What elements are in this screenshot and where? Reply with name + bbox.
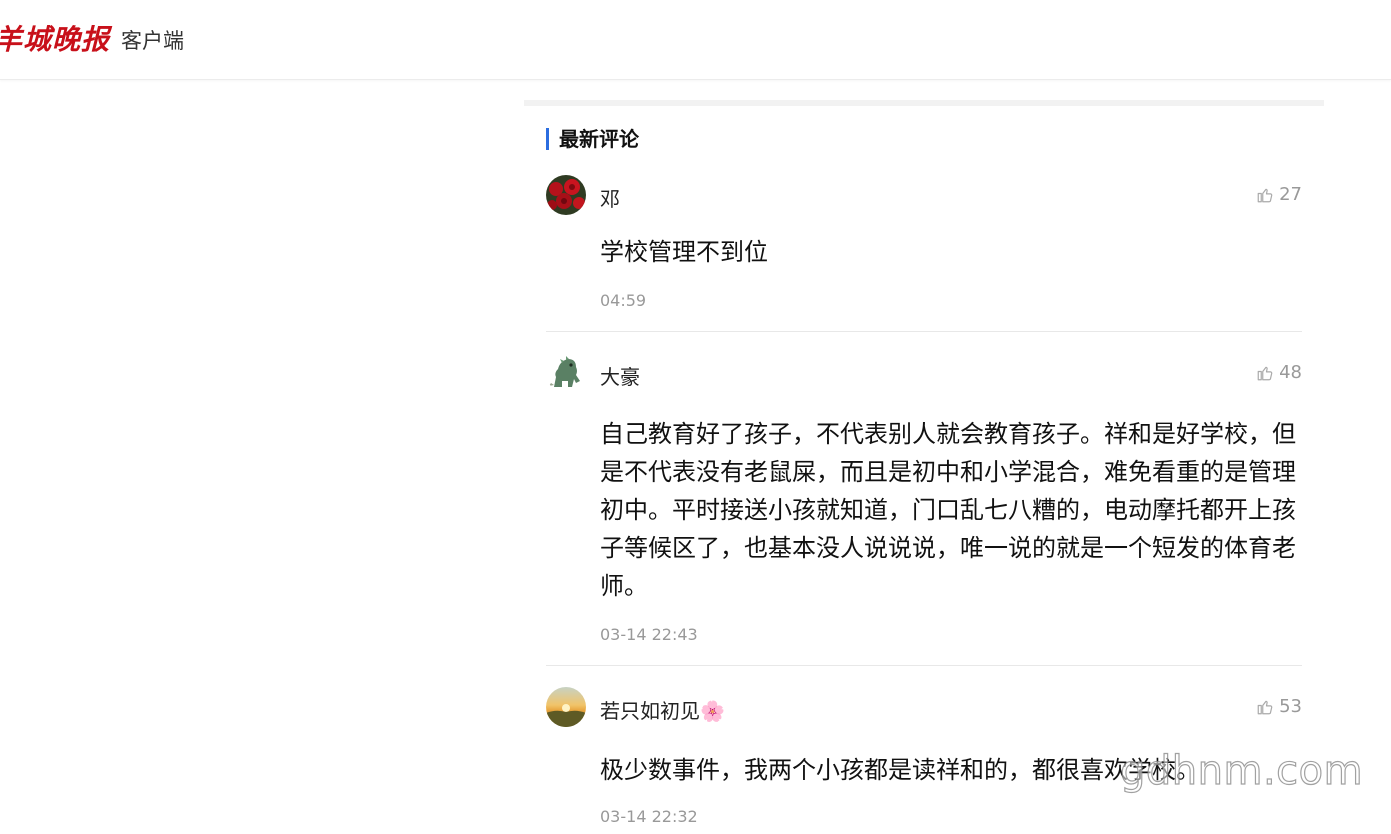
like-count: 48 (1279, 362, 1302, 383)
avatar[interactable] (546, 353, 586, 393)
panel-divider (524, 100, 1324, 106)
comment-item: 大豪 48 自己教育好了孩子，不代表别人就会教育孩子。祥和是好学校，但是不代表没… (546, 353, 1302, 683)
comment-username[interactable]: 大豪 (600, 361, 640, 390)
comment-time: 03-14 22:43 (600, 625, 698, 644)
like-count: 27 (1279, 184, 1302, 205)
yangcheng-evening-news-logo[interactable]: 羊城晚报 (0, 18, 110, 58)
section-title: 最新评论 (546, 128, 639, 150)
avatar[interactable] (546, 175, 586, 215)
comments-panel: 最新评论 邓 27 学校管理不到位 04:59 大豪 48 自己教育好了孩子，不… (524, 100, 1324, 834)
comment-username[interactable]: 若只如初见🌸 (600, 695, 725, 724)
comment-username[interactable]: 邓 (600, 183, 620, 212)
red-roses-avatar-icon (546, 175, 586, 215)
comment-divider (546, 331, 1302, 332)
site-watermark: gdhnm.com (1119, 747, 1364, 794)
like-count: 53 (1279, 696, 1302, 717)
green-dinosaur-avatar-icon (546, 353, 586, 393)
client-label: 客户端 (121, 29, 184, 53)
sunset-landscape-avatar-icon (546, 687, 586, 727)
thumbs-up-icon (1257, 700, 1273, 714)
like-button[interactable]: 27 (1256, 184, 1302, 205)
top-bar: 羊城晚报 客户端 (0, 0, 1391, 80)
thumbs-up-icon (1257, 366, 1273, 380)
thumbs-up-icon (1257, 188, 1273, 202)
like-button[interactable]: 53 (1256, 696, 1302, 717)
like-button[interactable]: 48 (1256, 362, 1302, 383)
avatar[interactable] (546, 687, 586, 727)
comment-text: 自己教育好了孩子，不代表别人就会教育孩子。祥和是好学校，但是不代表没有老鼠屎，而… (600, 420, 1296, 600)
comment-time: 03-14 22:32 (600, 807, 698, 826)
comment-time: 04:59 (600, 291, 647, 310)
comment-divider (546, 665, 1302, 666)
comment-text: 学校管理不到位 (600, 238, 768, 266)
